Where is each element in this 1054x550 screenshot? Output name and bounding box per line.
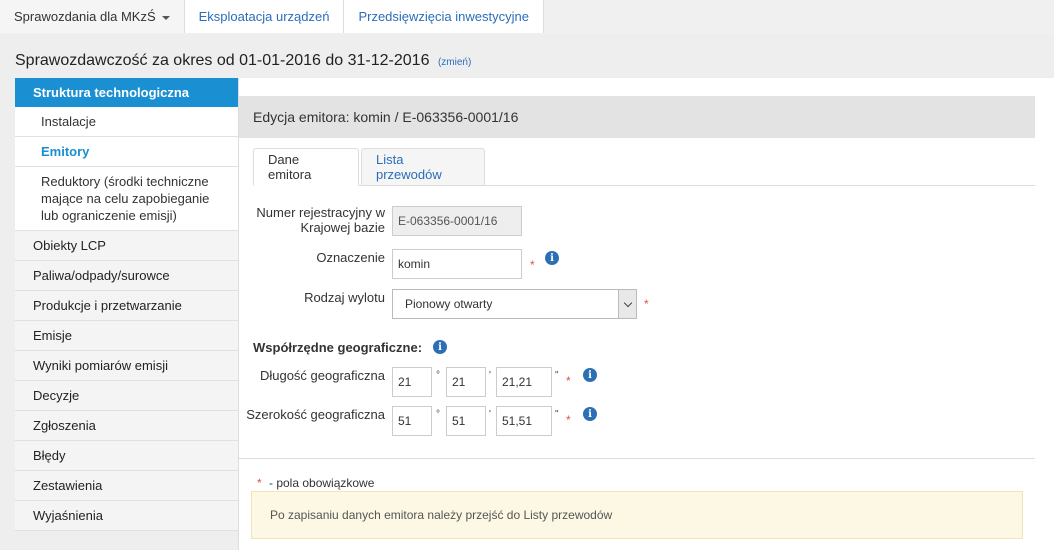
sidebar-subitem-reduktory[interactable]: Reduktory (środki techniczne mające na c…	[15, 167, 238, 231]
longitude-minutes-input[interactable]: 21	[446, 367, 486, 397]
tab-dane-emitora[interactable]: Dane emitora	[253, 148, 359, 186]
sidebar-item-decyzje[interactable]: Decyzje	[15, 381, 238, 411]
top-navigation: Sprawozdania dla MKzŚ Eksploatacja urząd…	[0, 0, 1054, 34]
period-text: Sprawozdawczość za okres od 01-01-2016 d…	[15, 52, 430, 69]
chevron-down-icon	[161, 15, 170, 20]
change-period-link[interactable]: (zmień)	[438, 57, 471, 68]
second-symbol: "	[555, 370, 559, 381]
latitude-degrees-input[interactable]: 51	[392, 406, 432, 436]
period-heading: Sprawozdawczość za okres od 01-01-2016 d…	[15, 52, 471, 70]
required-marker: *	[257, 476, 262, 490]
longitude-degrees-input[interactable]: 21	[392, 367, 432, 397]
sidebar-subitem-instalacje[interactable]: Instalacje	[15, 107, 238, 137]
sidebar-item-wyniki[interactable]: Wyniki pomiarów emisji	[15, 351, 238, 381]
oznaczenie-label: Oznaczenie	[316, 250, 385, 265]
rodzaj-wylotu-label: Rodzaj wylotu	[304, 290, 385, 305]
latitude-label: Szerokość geograficzna	[246, 407, 385, 422]
info-icon[interactable]: i	[583, 368, 597, 382]
degree-symbol: °	[436, 409, 440, 420]
sidebar-item-produkcje[interactable]: Produkcje i przetwarzanie	[15, 291, 238, 321]
degree-symbol: °	[436, 370, 440, 381]
divider	[239, 458, 1035, 459]
minute-symbol: '	[489, 370, 491, 381]
sidebar-item-paliwa[interactable]: Paliwa/odpady/surowce	[15, 261, 238, 291]
reg-number-field: E-063356-0001/16	[392, 206, 522, 236]
sidebar-subitem-emitory[interactable]: Emitory	[15, 137, 238, 167]
nav-sprawozdania-dropdown[interactable]: Sprawozdania dla MKzŚ	[0, 0, 185, 33]
required-marker: *	[566, 413, 571, 427]
longitude-label: Długość geograficzna	[259, 368, 385, 383]
sidebar-item-emisje[interactable]: Emisje	[15, 321, 238, 351]
rodzaj-wylotu-select[interactable]: Pionowy otwarty	[392, 289, 637, 319]
latitude-seconds-input[interactable]: 51,51	[496, 406, 552, 436]
tab-bar: Dane emitora Lista przewodów	[253, 148, 1035, 186]
chevron-down-icon[interactable]	[618, 290, 636, 318]
sidebar-item-zgloszenia[interactable]: Zgłoszenia	[15, 411, 238, 441]
info-alert: Po zapisaniu danych emitora należy przej…	[251, 491, 1023, 539]
sidebar-item-wyjasnienia[interactable]: Wyjaśnienia	[15, 501, 238, 531]
info-icon[interactable]: i	[433, 340, 447, 354]
sidebar-item-obiekty-lcp[interactable]: Obiekty LCP	[15, 231, 238, 261]
tab-lista-przewodow[interactable]: Lista przewodów	[361, 148, 485, 186]
sidebar: Struktura technologiczna Instalacje Emit…	[15, 78, 238, 531]
minute-symbol: '	[489, 409, 491, 420]
geo-section-title: Współrzędne geograficzne:	[253, 340, 423, 355]
latitude-minutes-input[interactable]: 51	[446, 406, 486, 436]
required-marker: *	[644, 297, 649, 311]
nav-eksploatacja[interactable]: Eksploatacja urządzeń	[184, 0, 345, 33]
info-icon[interactable]: i	[583, 407, 597, 421]
second-symbol: "	[555, 409, 559, 420]
panel-title: Edycja emitora: komin / E-063356-0001/16	[239, 96, 1035, 138]
required-marker: *	[566, 374, 571, 388]
nav-przedsiewziecia[interactable]: Przedsięwzięcia inwestycyjne	[344, 0, 544, 33]
main-panel: Edycja emitora: komin / E-063356-0001/16…	[238, 78, 1054, 550]
reg-number-label: Numer rejestracyjny w Krajowej bazie	[256, 205, 385, 235]
rodzaj-wylotu-value: Pionowy otwarty	[405, 297, 493, 311]
sidebar-item-struktura[interactable]: Struktura technologiczna	[15, 78, 238, 107]
info-icon[interactable]: i	[545, 251, 559, 265]
sidebar-item-bledy[interactable]: Błędy	[15, 441, 238, 471]
required-fields-note: - pola obowiązkowe	[269, 476, 375, 490]
required-marker: *	[530, 258, 535, 272]
oznaczenie-input[interactable]: komin	[392, 249, 522, 279]
nav-sprawozdania-label: Sprawozdania dla MKzŚ	[14, 9, 156, 24]
longitude-seconds-input[interactable]: 21,21	[496, 367, 552, 397]
sidebar-item-zestawienia[interactable]: Zestawienia	[15, 471, 238, 501]
